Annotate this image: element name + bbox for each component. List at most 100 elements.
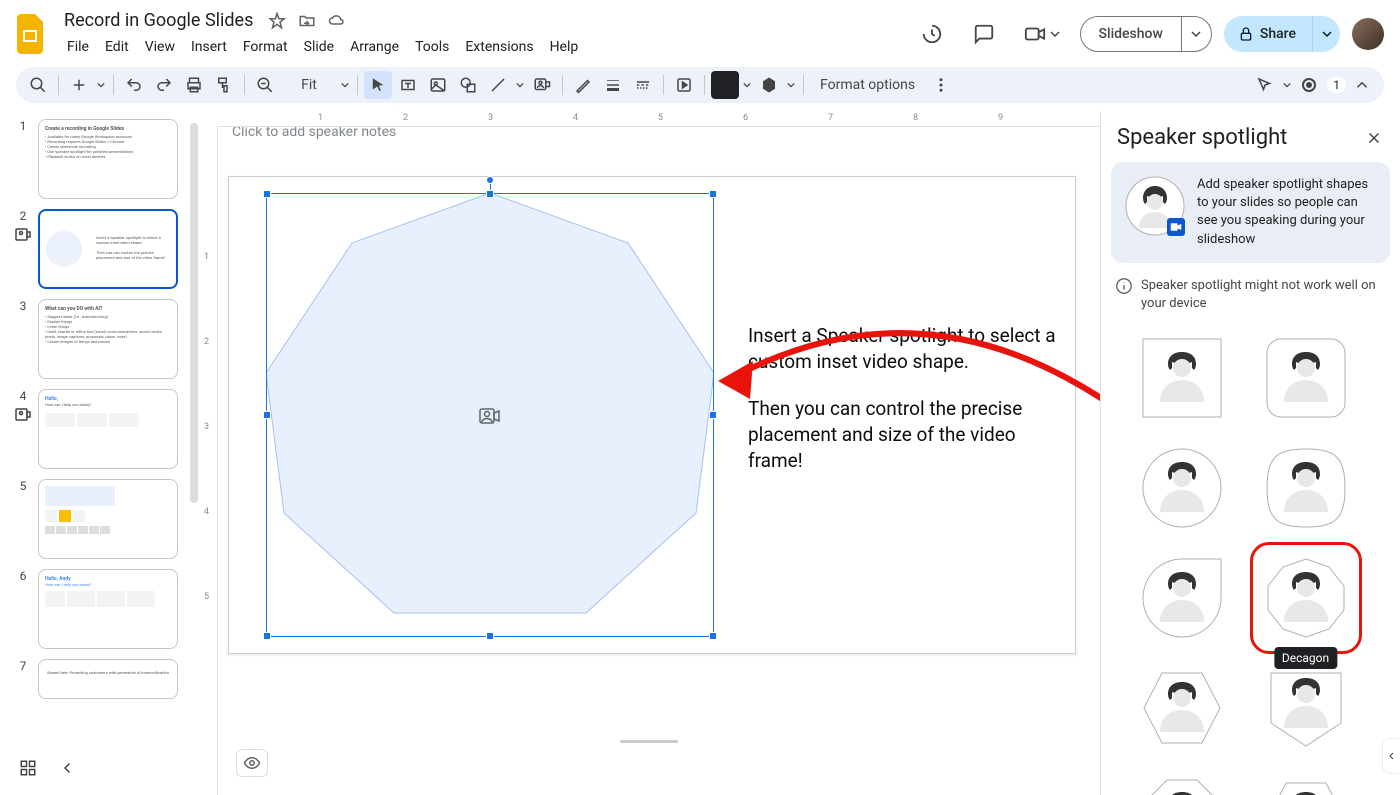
resize-handle-br[interactable]: [709, 632, 717, 640]
motion-icon[interactable]: [670, 71, 698, 99]
resize-handle-mb[interactable]: [486, 632, 494, 640]
print-icon[interactable]: [180, 71, 208, 99]
shape-squircle[interactable]: [1265, 447, 1347, 529]
warning-text: Speaker spotlight might not work well on…: [1141, 277, 1386, 313]
zoom-dropdown[interactable]: [339, 81, 351, 89]
history-icon[interactable]: [912, 14, 952, 54]
filmstrip: 1 Create a recording in Google Slides• A…: [0, 111, 198, 795]
shape-diamond-cut[interactable]: [1141, 777, 1223, 795]
resize-handle-ml[interactable]: [263, 411, 271, 419]
star-icon[interactable]: [267, 11, 287, 31]
undo-icon[interactable]: [120, 71, 148, 99]
expand-side-panel-icon[interactable]: [1382, 738, 1400, 774]
thumb-7[interactable]: 7 Shared fate: Protecting customers with…: [14, 659, 198, 699]
menu-view[interactable]: View: [138, 35, 182, 59]
thumb-5[interactable]: 5: [14, 479, 198, 559]
resize-handle-mr[interactable]: [709, 411, 717, 419]
grid-view-icon[interactable]: [14, 754, 42, 782]
menu-insert[interactable]: Insert: [184, 35, 234, 59]
collapse-toolbar-icon[interactable]: [1348, 71, 1376, 99]
paint-format-icon[interactable]: [210, 71, 238, 99]
slideshow-button[interactable]: Slideshow: [1080, 16, 1212, 52]
info-text: Add speaker spotlight shapes to your sli…: [1197, 176, 1376, 249]
resize-handle-tl[interactable]: [263, 190, 271, 198]
ruler-horizontal: 1 2 3 4 5 6 7 8 9: [218, 111, 1100, 127]
redo-icon[interactable]: [150, 71, 178, 99]
more-icon[interactable]: [927, 71, 955, 99]
thumb-6[interactable]: 6 Hello, AndyHow can I help you today?: [14, 569, 198, 649]
menu-edit[interactable]: Edit: [98, 35, 136, 59]
share-button[interactable]: Share: [1224, 16, 1340, 52]
menu-format[interactable]: Format: [236, 35, 295, 59]
shape-decagon[interactable]: Decagon: [1265, 557, 1347, 639]
shape-circle[interactable]: [1141, 447, 1223, 529]
search-menu-icon[interactable]: [24, 71, 52, 99]
thumb-2[interactable]: 2 Insert a Speaker spotlight to select a…: [14, 209, 198, 289]
thumb-1[interactable]: 1 Create a recording in Google Slides• A…: [14, 119, 198, 199]
pointer-icon[interactable]: [1251, 71, 1279, 99]
image-icon[interactable]: [424, 71, 452, 99]
record-button[interactable]: [1016, 14, 1068, 54]
pointer-dropdown[interactable]: [1281, 81, 1293, 89]
shape-teardrop[interactable]: [1141, 557, 1223, 639]
zoom-level[interactable]: Fit: [281, 71, 337, 99]
lock-icon: [1238, 26, 1254, 42]
shape-icon[interactable]: [454, 71, 482, 99]
profile-avatar[interactable]: [1352, 18, 1384, 50]
rotate-handle[interactable]: [486, 176, 494, 184]
textbox-icon[interactable]: [394, 71, 422, 99]
speaker-spotlight-toolbar-icon[interactable]: [528, 71, 556, 99]
shape-pentagon-down[interactable]: [1265, 667, 1347, 749]
rec-indicator-icon[interactable]: [1295, 71, 1323, 99]
resize-handle-mt[interactable]: [486, 190, 494, 198]
shape-wide-diamond[interactable]: [1265, 777, 1347, 795]
toolbar: Fit Format options 1: [16, 67, 1384, 103]
chevron-down-icon: [1050, 29, 1060, 39]
comments-icon[interactable]: [964, 14, 1004, 54]
menu-slide[interactable]: Slide: [297, 35, 341, 59]
thumb-3[interactable]: 3 What can you DO with AI?• Suggest idea…: [14, 299, 198, 379]
mask-shape-icon[interactable]: [755, 71, 783, 99]
document-title[interactable]: Record in Google Slides: [60, 8, 257, 33]
resize-handle-bl[interactable]: [263, 632, 271, 640]
move-folder-icon[interactable]: [297, 11, 317, 31]
speaker-spotlight-panel: Speaker spotlight Add speaker spotlight …: [1100, 111, 1400, 795]
present-preview-button[interactable]: [236, 749, 268, 777]
border-weight-icon[interactable]: [599, 71, 627, 99]
notes-divider[interactable]: [620, 740, 678, 743]
filmstrip-scrollbar[interactable]: [190, 123, 198, 503]
fill-dropdown[interactable]: [741, 81, 753, 89]
border-color-icon[interactable]: [569, 71, 597, 99]
share-label: Share: [1260, 26, 1296, 42]
mask-dropdown[interactable]: [785, 81, 797, 89]
fill-color-icon[interactable]: [711, 71, 739, 99]
menu-tools[interactable]: Tools: [408, 35, 456, 59]
shape-rounded-rectangle[interactable]: [1265, 337, 1347, 419]
collapse-filmstrip-icon[interactable]: [54, 754, 82, 782]
zoom-out-icon[interactable]: [251, 71, 279, 99]
slides-logo-icon[interactable]: [12, 14, 52, 54]
rec-badge: 1: [1327, 77, 1346, 93]
line-dropdown[interactable]: [514, 81, 526, 89]
slideshow-dropdown[interactable]: [1181, 17, 1211, 51]
shape-rectangle[interactable]: [1141, 337, 1223, 419]
selection-box[interactable]: [266, 193, 714, 637]
menu-arrange[interactable]: Arrange: [343, 35, 406, 59]
shape-hexagon[interactable]: [1141, 667, 1223, 749]
format-options-button[interactable]: Format options: [810, 71, 925, 99]
resize-handle-tr[interactable]: [709, 190, 717, 198]
slide-text-p2: Then you can control the precise placeme…: [748, 396, 1058, 473]
new-slide-button[interactable]: [65, 71, 93, 99]
border-dash-icon[interactable]: [629, 71, 657, 99]
canvas-area: 1 2 3 4 5 6 7 8 9 1 2 3 4 5: [198, 111, 1100, 795]
select-tool-icon[interactable]: [364, 71, 392, 99]
menu-help[interactable]: Help: [543, 35, 586, 59]
cloud-status-icon[interactable]: [327, 11, 347, 31]
thumb-4[interactable]: 4 Hello,How can I help you today?: [14, 389, 198, 469]
new-slide-dropdown[interactable]: [95, 81, 107, 89]
close-panel-icon[interactable]: [1362, 126, 1386, 150]
line-icon[interactable]: [484, 71, 512, 99]
menu-extensions[interactable]: Extensions: [458, 35, 540, 59]
share-dropdown[interactable]: [1312, 16, 1340, 52]
menu-file[interactable]: File: [60, 35, 96, 59]
